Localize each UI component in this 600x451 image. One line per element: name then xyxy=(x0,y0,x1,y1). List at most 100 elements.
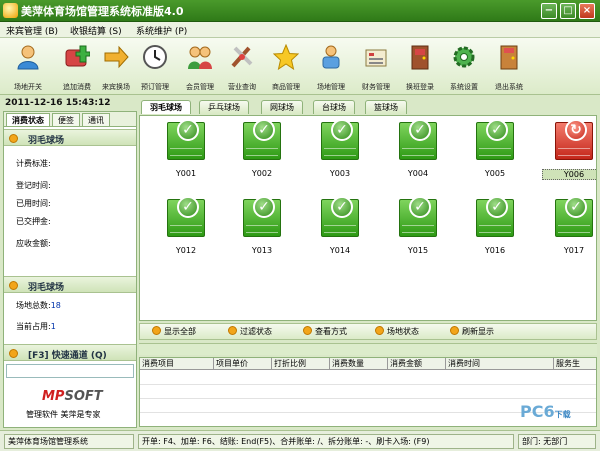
quick-channel-input[interactable] xyxy=(6,364,134,378)
court-tile[interactable]: ✓ Y012 xyxy=(154,196,214,265)
toolbar-button-add-consume[interactable]: 追加消费 xyxy=(57,42,97,92)
logo-soft: SOFT xyxy=(64,389,103,404)
available-check-icon: ✓ xyxy=(331,196,353,218)
status-shortcuts: 开单: F4、加单: F6、结账: End(F5)、合并账单: /、拆分账单: … xyxy=(138,434,514,449)
court-tile[interactable]: ✓ Y014 xyxy=(308,196,368,265)
menu-bar: 来宾管理 (B) 收银结算 (S) 系统维护 (P) xyxy=(0,22,600,38)
toolbar-label: 商品管理 xyxy=(272,83,300,91)
available-check-icon: ✓ xyxy=(253,119,275,141)
toolbar-button-members[interactable]: 会员管理 xyxy=(180,42,220,92)
quick-channel-header[interactable]: [F3] 快速通道 (Q) xyxy=(4,344,136,361)
tab-table-tennis[interactable]: 乒乓球场 xyxy=(199,100,249,114)
toolbar-button-reservations[interactable]: 预订管理 xyxy=(135,42,175,92)
tab-badminton[interactable]: 羽毛球场 xyxy=(141,100,191,114)
show-all-button[interactable]: 显示全部 xyxy=(152,326,196,337)
court-image: ↻ xyxy=(555,119,593,160)
field-label: 当前占用: xyxy=(16,322,51,331)
minimize-button[interactable]: − xyxy=(541,3,557,19)
menu-guest-management[interactable]: 来宾管理 (B) xyxy=(6,24,58,37)
toolbar-button-court-management[interactable]: 场地管理 xyxy=(311,42,351,92)
tab-tennis[interactable]: 网球场 xyxy=(261,100,303,114)
court-tile[interactable]: ✓ Y015 xyxy=(386,196,446,265)
orb-icon xyxy=(375,326,384,335)
court-line-decoration xyxy=(324,148,356,156)
field-label: 场地总数: xyxy=(16,301,51,310)
collapse-icon xyxy=(9,349,18,358)
tab-billiards[interactable]: 台球场 xyxy=(313,100,355,114)
column-header[interactable]: 消费项目 xyxy=(140,358,214,370)
window-title: 美萍体育场馆管理系统标准版4.0 xyxy=(21,5,184,18)
field-used-time: 已用时间: xyxy=(16,198,51,209)
court-tile[interactable]: ✓ Y002 xyxy=(230,119,290,188)
quick-channel-title: [F3] 快速通道 (Q) xyxy=(28,351,107,361)
court-staff-icon xyxy=(322,45,340,69)
action-label: 查看方式 xyxy=(315,327,347,336)
available-check-icon: ✓ xyxy=(409,119,431,141)
field-total-courts: 场地总数:18 xyxy=(16,300,61,311)
column-header[interactable]: 消费时间 xyxy=(446,358,554,370)
court-label: Y015 xyxy=(407,246,429,255)
available-check-icon: ✓ xyxy=(331,119,353,141)
toolbar-button-finance[interactable]: 财务管理 xyxy=(356,42,396,92)
court-tile[interactable]: ✓ Y004 xyxy=(386,119,446,188)
menu-system-maintenance[interactable]: 系统维护 (P) xyxy=(136,24,187,37)
tab-consume-status[interactable]: 消费状态 xyxy=(6,113,50,126)
status-bar: 美萍体育场馆管理系统 开单: F4、加单: F6、结账: End(F5)、合并账… xyxy=(0,430,600,451)
court-tile[interactable]: ↻ Y006 xyxy=(542,119,596,188)
filter-status-button[interactable]: 过滤状态 xyxy=(228,326,272,337)
court-tile[interactable]: ✓ Y017 xyxy=(542,196,596,265)
toolbar-label: 场地管理 xyxy=(317,83,345,91)
court-label: Y016 xyxy=(484,246,506,255)
toolbar-label: 营业查询 xyxy=(228,83,256,91)
status-department: 部门: 无部门 xyxy=(518,434,596,449)
court-tile[interactable]: ✓ Y003 xyxy=(308,119,368,188)
column-header[interactable]: 项目单价 xyxy=(214,358,272,370)
close-button[interactable]: × xyxy=(579,3,595,19)
court-line-decoration xyxy=(246,225,278,233)
court-line-decoration xyxy=(324,225,356,233)
column-header[interactable]: 打折比例 xyxy=(272,358,330,370)
court-tile[interactable]: ✓ Y001 xyxy=(154,119,214,188)
court-image: ✓ xyxy=(167,119,205,160)
grid-line xyxy=(140,398,596,399)
tab-contacts[interactable]: 通讯 xyxy=(82,113,110,126)
court-line-decoration xyxy=(558,148,590,156)
toolbar-label: 会员管理 xyxy=(186,83,214,91)
toolbar-button-shift-login[interactable]: 换班登录 xyxy=(400,42,440,92)
court-status-button[interactable]: 场地状态 xyxy=(375,326,419,337)
toolbar-button-exit[interactable]: 退出系统 xyxy=(489,42,529,92)
left-tab-bar: 消费状态 便签 通讯 xyxy=(4,112,136,127)
court-tile[interactable]: ✓ Y016 xyxy=(463,196,523,265)
court-tile[interactable]: ✓ Y005 xyxy=(463,119,523,188)
view-mode-button[interactable]: 查看方式 xyxy=(303,326,347,337)
toolbar-label: 换班登录 xyxy=(406,83,434,91)
menu-cashier[interactable]: 收银结算 (S) xyxy=(70,24,122,37)
column-header[interactable]: 服务生 xyxy=(554,358,596,370)
court-image: ✓ xyxy=(399,196,437,237)
column-header[interactable]: 消费金额 xyxy=(388,358,446,370)
available-check-icon: ✓ xyxy=(177,196,199,218)
court-line-decoration xyxy=(479,225,511,233)
watermark-main: PC6 xyxy=(520,402,555,421)
toolbar-button-goods[interactable]: 商品管理 xyxy=(266,42,306,92)
available-check-icon: ✓ xyxy=(486,196,508,218)
field-value: 1 xyxy=(50,322,56,331)
toolbar-button-system-settings[interactable]: 系统设置 xyxy=(444,42,484,92)
available-check-icon: ✓ xyxy=(409,196,431,218)
court-line-decoration xyxy=(479,148,511,156)
toolbar-label: 场地开关 xyxy=(14,83,42,91)
consume-section-header[interactable]: 羽毛球场 xyxy=(4,129,136,146)
collapse-icon xyxy=(9,134,18,143)
refresh-button[interactable]: 刷新显示 xyxy=(450,326,494,337)
field-deposit-paid: 已交押金: xyxy=(16,216,51,227)
column-header[interactable]: 消费数量 xyxy=(330,358,388,370)
toolbar-button-swap-court[interactable]: 来宾换场 xyxy=(96,42,136,92)
court-tile[interactable]: ✓ Y013 xyxy=(230,196,290,265)
tab-basketball[interactable]: 篮球场 xyxy=(365,100,407,114)
toolbar-button-business-query[interactable]: 营业查询 xyxy=(222,42,262,92)
maximize-button[interactable]: □ xyxy=(560,3,576,19)
summary-section-header[interactable]: 羽毛球场 xyxy=(4,276,136,293)
tab-notes[interactable]: 便签 xyxy=(52,113,80,126)
toolbar-label: 财务管理 xyxy=(362,83,390,91)
toolbar-button-court-open[interactable]: 场地开关 xyxy=(8,42,48,92)
